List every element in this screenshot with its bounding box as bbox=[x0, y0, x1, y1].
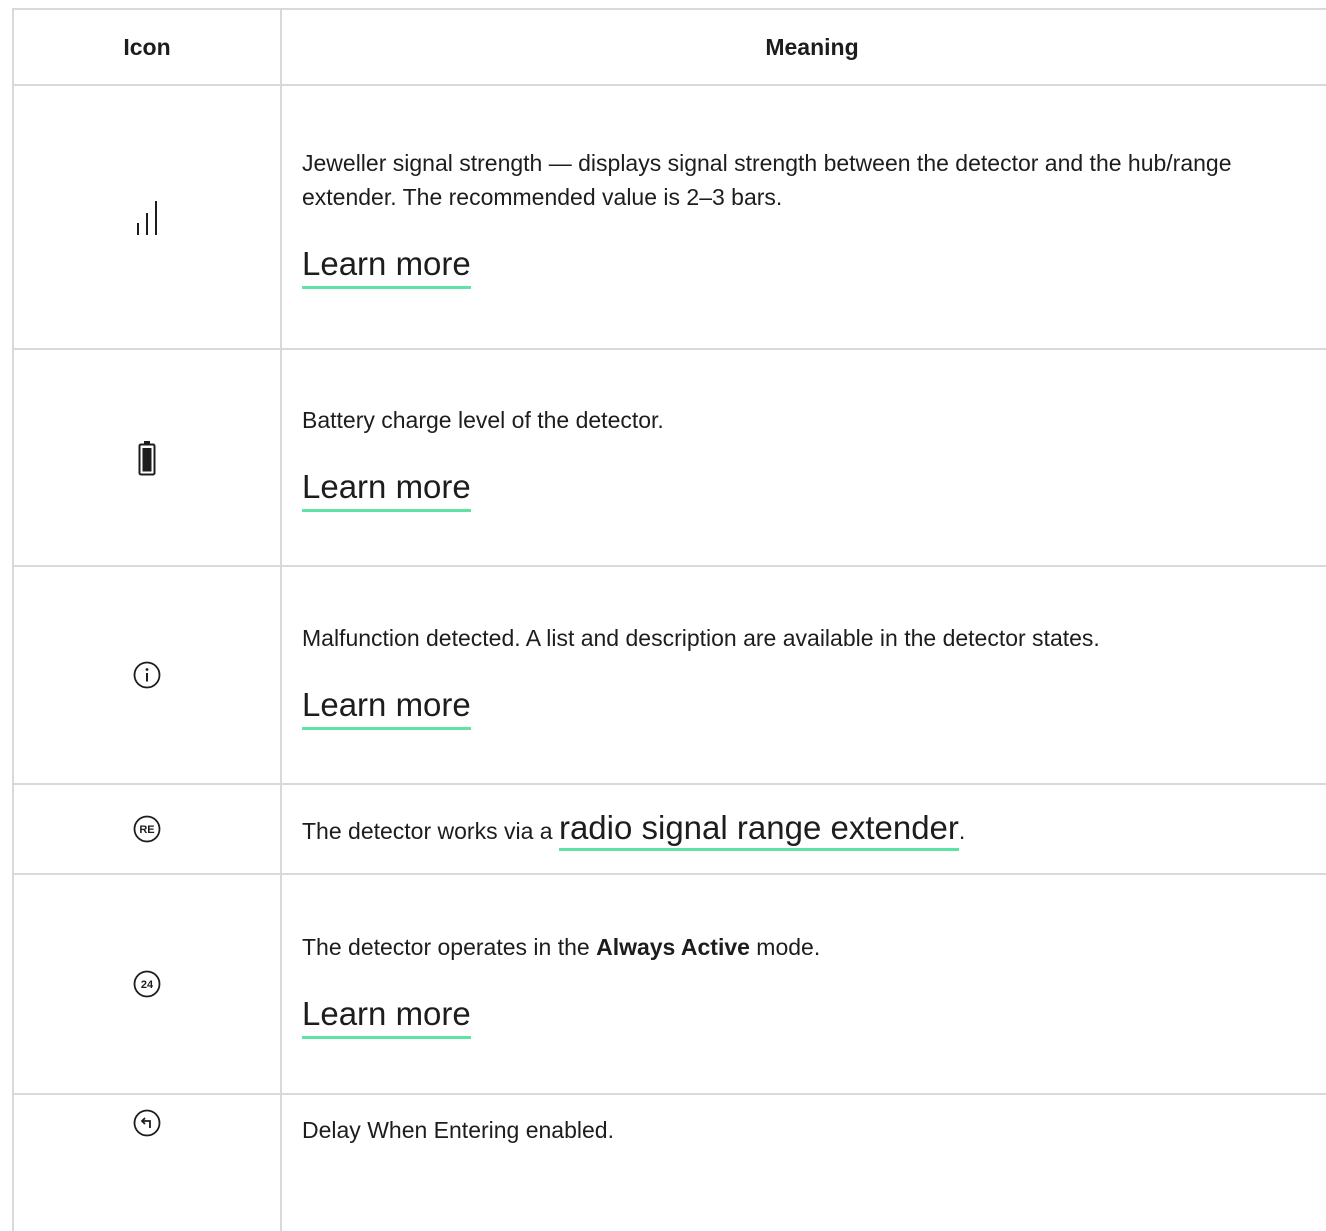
meaning-cell: The detector works via a radio signal ra… bbox=[280, 783, 1326, 875]
range-extender-link[interactable]: radio signal range extender bbox=[558, 808, 959, 851]
table-row: Delay When Entering enabled. bbox=[12, 1093, 1326, 1231]
header-icon: Icon bbox=[12, 8, 282, 86]
meaning-cell: Jeweller signal strength — displays sign… bbox=[280, 84, 1326, 350]
row-description: Malfunction detected. A list and descrip… bbox=[302, 624, 1100, 651]
learn-more-link[interactable]: Learn more bbox=[302, 685, 471, 730]
range-extender-icon-text: RE bbox=[139, 824, 154, 836]
meaning-cell: The detector operates in the Always Acti… bbox=[280, 873, 1326, 1095]
icon-cell: RE bbox=[12, 783, 282, 875]
icon-cell: 24 bbox=[12, 873, 282, 1095]
icon-cell bbox=[12, 1093, 282, 1231]
row-description: Jeweller signal strength — displays sign… bbox=[302, 149, 1232, 210]
range-extender-icon: RE bbox=[133, 815, 161, 843]
always-active-icon: 24 bbox=[133, 970, 161, 998]
icon-cell bbox=[12, 84, 282, 350]
learn-more-link[interactable]: Learn more bbox=[302, 994, 471, 1039]
row-description-before: The detector works via a bbox=[302, 817, 559, 844]
header-meaning: Meaning bbox=[280, 8, 1326, 86]
icon-cell bbox=[12, 565, 282, 785]
table-header-row: Icon Meaning bbox=[12, 8, 1326, 86]
table-row: 24 The detector operates in the Always A… bbox=[12, 873, 1326, 1095]
always-active-label: Always Active bbox=[596, 933, 750, 960]
table-row: Jeweller signal strength — displays sign… bbox=[12, 84, 1326, 350]
meaning-cell: Malfunction detected. A list and descrip… bbox=[280, 565, 1326, 785]
icons-table: Icon Meaning Jeweller signal strength — … bbox=[12, 8, 1326, 1231]
page: Icon Meaning Jeweller signal strength — … bbox=[0, 0, 1326, 1231]
info-icon bbox=[133, 661, 161, 689]
meaning-cell: Delay When Entering enabled. bbox=[280, 1093, 1326, 1231]
row-description-after: mode. bbox=[749, 933, 821, 960]
icon-cell bbox=[12, 348, 282, 567]
row-description: Delay When Entering enabled. bbox=[302, 1117, 614, 1143]
table-row: Malfunction detected. A list and descrip… bbox=[12, 565, 1326, 785]
meaning-cell: Battery charge level of the detector. Le… bbox=[280, 348, 1326, 567]
row-description-before: The detector operates in the bbox=[302, 933, 597, 960]
row-description: Battery charge level of the detector. bbox=[302, 407, 664, 433]
table-row: Battery charge level of the detector. Le… bbox=[12, 348, 1326, 567]
battery-icon bbox=[138, 440, 156, 475]
row-description-after: . bbox=[958, 817, 966, 844]
signal-strength-icon bbox=[132, 201, 162, 235]
learn-more-link[interactable]: Learn more bbox=[302, 467, 471, 512]
always-active-icon-text: 24 bbox=[141, 979, 154, 991]
table-row: RE The detector works via a radio signal… bbox=[12, 783, 1326, 875]
learn-more-link[interactable]: Learn more bbox=[302, 244, 471, 289]
row-description: The detector operates in the Always Acti… bbox=[302, 930, 1322, 964]
delay-entering-icon bbox=[133, 1109, 161, 1137]
